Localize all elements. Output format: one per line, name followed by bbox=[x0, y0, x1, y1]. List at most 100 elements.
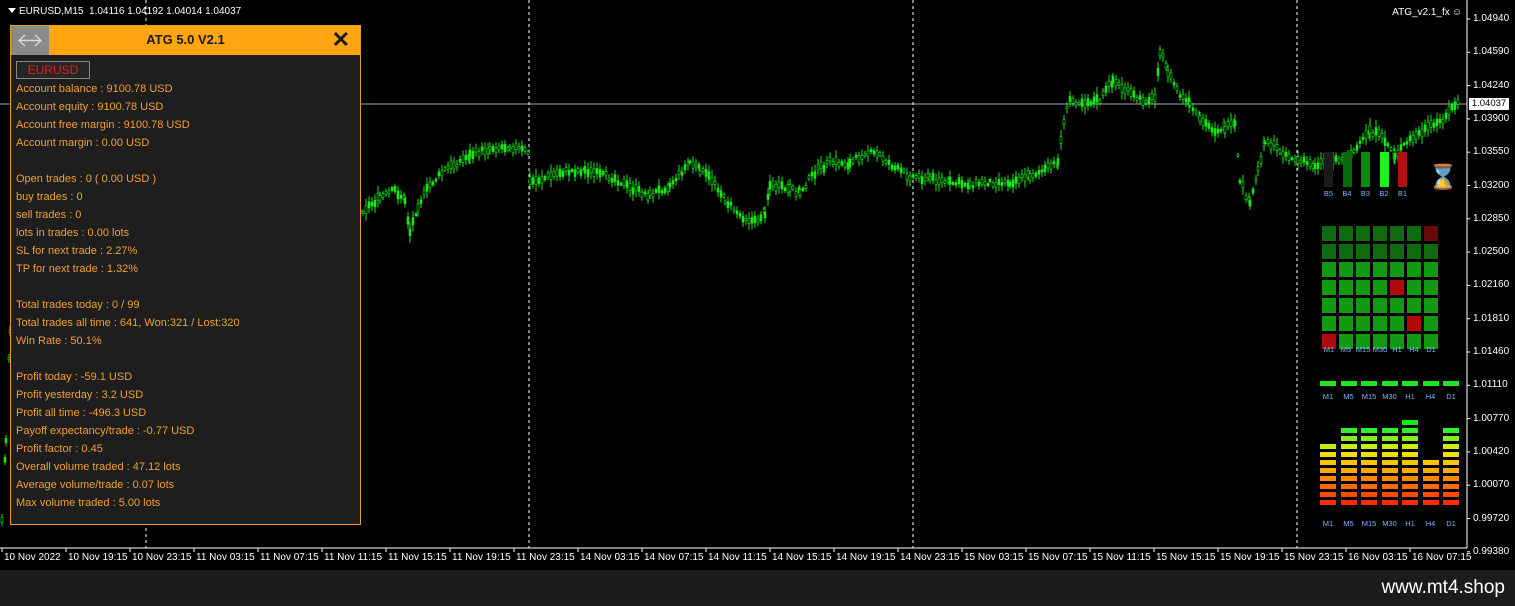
bar-label: B4 bbox=[1342, 189, 1352, 198]
strip-label: M30 bbox=[1382, 392, 1397, 401]
y-tick-label: 0.99380 bbox=[1473, 545, 1510, 557]
eq-segment bbox=[1320, 452, 1336, 457]
eq-segment bbox=[1402, 420, 1418, 425]
panel-titlebar[interactable]: ATG 5.0 V2.1 ✕ bbox=[11, 26, 360, 55]
eq-segment bbox=[1361, 500, 1377, 505]
panel-stat-line: lots in trades : 0.00 lots bbox=[16, 227, 130, 239]
eq-segment bbox=[1320, 500, 1336, 505]
brand-text: www.mt4.shop bbox=[1381, 577, 1505, 598]
eq-segment bbox=[1402, 444, 1418, 449]
strip-cell bbox=[1402, 381, 1418, 386]
grid-cell bbox=[1424, 298, 1438, 313]
eq-segment bbox=[1340, 444, 1357, 449]
panel-stat-line: SL for next trade : 2.27% bbox=[16, 245, 138, 257]
strip-label: H1 bbox=[1405, 392, 1415, 401]
eq-segment bbox=[1381, 444, 1398, 449]
eq-segment bbox=[1361, 444, 1377, 449]
y-tick-label: 1.02850 bbox=[1473, 212, 1510, 224]
x-tick-label: 14 Nov 19:15 bbox=[836, 552, 896, 563]
panel-stat-line: Payoff expectancy/trade : -0.77 USD bbox=[16, 425, 195, 437]
grid-cell bbox=[1424, 316, 1438, 331]
grid-cell bbox=[1322, 262, 1336, 277]
grid-cell bbox=[1356, 226, 1370, 241]
bar-B1 bbox=[1398, 152, 1407, 187]
eq-segment bbox=[1340, 428, 1357, 433]
x-tick-label: 14 Nov 11:15 bbox=[708, 552, 767, 563]
eq-segment bbox=[1361, 428, 1377, 433]
y-tick-label: 1.03900 bbox=[1473, 112, 1510, 124]
eq-segment bbox=[1402, 452, 1418, 457]
strip-label: M5 bbox=[1343, 392, 1354, 401]
current-price-label: 1.04037 bbox=[1469, 98, 1509, 110]
grid-cell bbox=[1390, 262, 1404, 277]
y-tick-label: 1.04940 bbox=[1473, 13, 1510, 24]
eq-segment bbox=[1443, 436, 1459, 441]
menu-triangle-icon[interactable] bbox=[8, 8, 16, 13]
y-tick-label: 0.99720 bbox=[1473, 512, 1510, 524]
strip-label: H4 bbox=[1425, 392, 1436, 401]
grid-cell bbox=[1373, 316, 1387, 331]
eq-segment bbox=[1402, 428, 1418, 433]
eq-segment bbox=[1381, 476, 1398, 481]
y-tick-label: 1.01810 bbox=[1473, 312, 1510, 324]
bar-label: B3 bbox=[1360, 189, 1371, 198]
eq-label: M15 bbox=[1361, 519, 1377, 528]
eq-segment bbox=[1443, 492, 1459, 497]
eq-label: M30 bbox=[1382, 519, 1397, 528]
eq-segment bbox=[1381, 492, 1398, 497]
grid-cell bbox=[1390, 280, 1404, 295]
eq-segment bbox=[1361, 468, 1377, 473]
panel-stat-line: sell trades : 0 bbox=[16, 209, 82, 221]
grid-cell bbox=[1390, 244, 1404, 259]
panel-stat-line: TP for next trade : 1.32% bbox=[16, 263, 139, 275]
grid-cell bbox=[1356, 244, 1370, 259]
close-icon[interactable]: ✕ bbox=[332, 28, 350, 52]
footer-bar: www.mt4.shop bbox=[0, 570, 1515, 606]
strip-label: D1 bbox=[1446, 392, 1456, 401]
eq-segment bbox=[1422, 484, 1439, 489]
x-tick-label: 11 Nov 15:15 bbox=[388, 552, 447, 563]
grid-cell bbox=[1424, 244, 1438, 259]
grid-cell bbox=[1356, 280, 1370, 295]
grid-cell bbox=[1373, 262, 1387, 277]
x-tick-label: 14 Nov 03:15 bbox=[580, 552, 640, 563]
grid-cell bbox=[1407, 298, 1421, 313]
grid-cell bbox=[1373, 226, 1387, 241]
eq-segment bbox=[1320, 484, 1336, 489]
atg-panel: ATG 5.0 V2.1 ✕ EURUSD Account balance : … bbox=[10, 25, 361, 525]
strip-cell bbox=[1422, 381, 1439, 386]
eq-segment bbox=[1361, 460, 1377, 465]
bar-B3 bbox=[1361, 152, 1370, 187]
y-tick-label: 1.02160 bbox=[1473, 279, 1510, 291]
grid-cell bbox=[1390, 226, 1404, 241]
eq-segment bbox=[1443, 500, 1459, 505]
grid-cell bbox=[1322, 280, 1336, 295]
panel-stat-line: Profit all time : -496.3 USD bbox=[16, 407, 147, 419]
eq-label: H1 bbox=[1405, 519, 1415, 528]
eq-segment bbox=[1320, 460, 1336, 465]
grid-cell bbox=[1322, 316, 1336, 331]
grid-cell bbox=[1407, 316, 1421, 331]
eq-segment bbox=[1320, 468, 1336, 473]
x-tick-label: 15 Nov 19:15 bbox=[1220, 552, 1280, 563]
panel-stat-line: Account margin : 0.00 USD bbox=[16, 137, 150, 149]
panel-stat-line: Max volume traded : 5.00 lots bbox=[16, 497, 161, 509]
x-tick-label: 15 Nov 03:15 bbox=[964, 552, 1024, 563]
symbol-button[interactable]: EURUSD bbox=[16, 61, 90, 79]
eq-segment bbox=[1422, 500, 1439, 505]
panel-stat-line: Account equity : 9100.78 USD bbox=[16, 101, 164, 113]
x-tick-label: 10 Nov 2022 bbox=[4, 552, 61, 563]
eq-segment bbox=[1381, 500, 1398, 505]
chart-symbol: EURUSD,M15 bbox=[19, 6, 84, 17]
eq-label: H4 bbox=[1425, 519, 1436, 528]
strip-cell bbox=[1340, 381, 1357, 386]
x-tick-label: 11 Nov 07:15 bbox=[260, 552, 319, 563]
grid-cell bbox=[1424, 262, 1438, 277]
grid-cell bbox=[1339, 226, 1353, 241]
grid-cell bbox=[1356, 262, 1370, 277]
panel-stat-line: Overall volume traded : 47.12 lots bbox=[16, 461, 181, 473]
bar-label: B1 bbox=[1397, 189, 1408, 198]
grid-cell bbox=[1407, 244, 1421, 259]
eq-label: D1 bbox=[1446, 519, 1456, 528]
eq-segment bbox=[1381, 452, 1398, 457]
